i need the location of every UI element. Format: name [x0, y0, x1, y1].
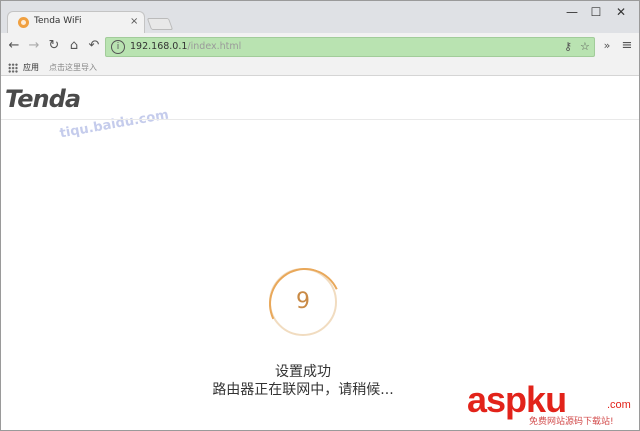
- bookmark-apps[interactable]: 应用: [23, 62, 39, 73]
- forward-icon[interactable]: →: [26, 38, 42, 54]
- browser-toolbar: ← → ↻ ⌂ ↶ i 192.168.0.1/index.html ⚷ ☆ »…: [1, 33, 639, 60]
- key-icon[interactable]: ⚷: [564, 40, 572, 53]
- tenda-favicon-icon: [18, 17, 29, 28]
- browser-window: Tenda WiFi × — ☐ ✕ ← → ↻ ⌂ ↶ i 192.168.0…: [0, 0, 640, 431]
- maximize-button[interactable]: ☐: [584, 5, 608, 21]
- title-bar: Tenda WiFi × — ☐ ✕: [1, 1, 639, 33]
- site-info-icon[interactable]: i: [111, 40, 125, 54]
- bookmark-star-icon[interactable]: ☆: [580, 40, 590, 53]
- browser-tab[interactable]: Tenda WiFi ×: [7, 11, 145, 33]
- back-icon[interactable]: ←: [6, 38, 22, 54]
- tab-title: Tenda WiFi: [34, 16, 82, 26]
- countdown-ring: 9: [269, 268, 337, 336]
- home-icon[interactable]: ⌂: [66, 38, 82, 54]
- watermark-caption: 免费网站源码下载站!: [529, 417, 614, 427]
- close-window-button[interactable]: ✕: [609, 5, 633, 21]
- success-message: 设置成功: [275, 364, 331, 380]
- undo-icon[interactable]: ↶: [86, 38, 102, 54]
- address-bar[interactable]: i 192.168.0.1/index.html ⚷ ☆: [105, 37, 595, 57]
- page-content: Tenda tiqu.baidu.com 9 设置成功 路由器正在联网中，请稍候…: [1, 77, 639, 430]
- header-divider: [1, 119, 639, 120]
- bookmark-import-hint[interactable]: 点击这里导入: [49, 62, 97, 73]
- bookmarks-bar: 应用 点击这里导入: [1, 60, 639, 76]
- url-path: /index.html: [187, 41, 242, 52]
- extensions-chevron-icon[interactable]: »: [599, 38, 615, 54]
- menu-icon[interactable]: ≡: [619, 38, 635, 54]
- new-tab-button[interactable]: [146, 18, 174, 30]
- address-url: 192.168.0.1/index.html: [130, 41, 241, 52]
- apps-grid-icon[interactable]: [8, 63, 18, 73]
- tenda-logo: Tenda: [5, 85, 81, 113]
- minimize-button[interactable]: —: [560, 5, 584, 21]
- tab-close-icon[interactable]: ×: [130, 15, 138, 29]
- watermark-com: .com: [607, 399, 631, 411]
- watermark-asp: asp: [467, 379, 527, 420]
- reload-icon[interactable]: ↻: [46, 38, 62, 54]
- url-host: 192.168.0.1: [130, 41, 188, 52]
- countdown-number: 9: [296, 289, 310, 314]
